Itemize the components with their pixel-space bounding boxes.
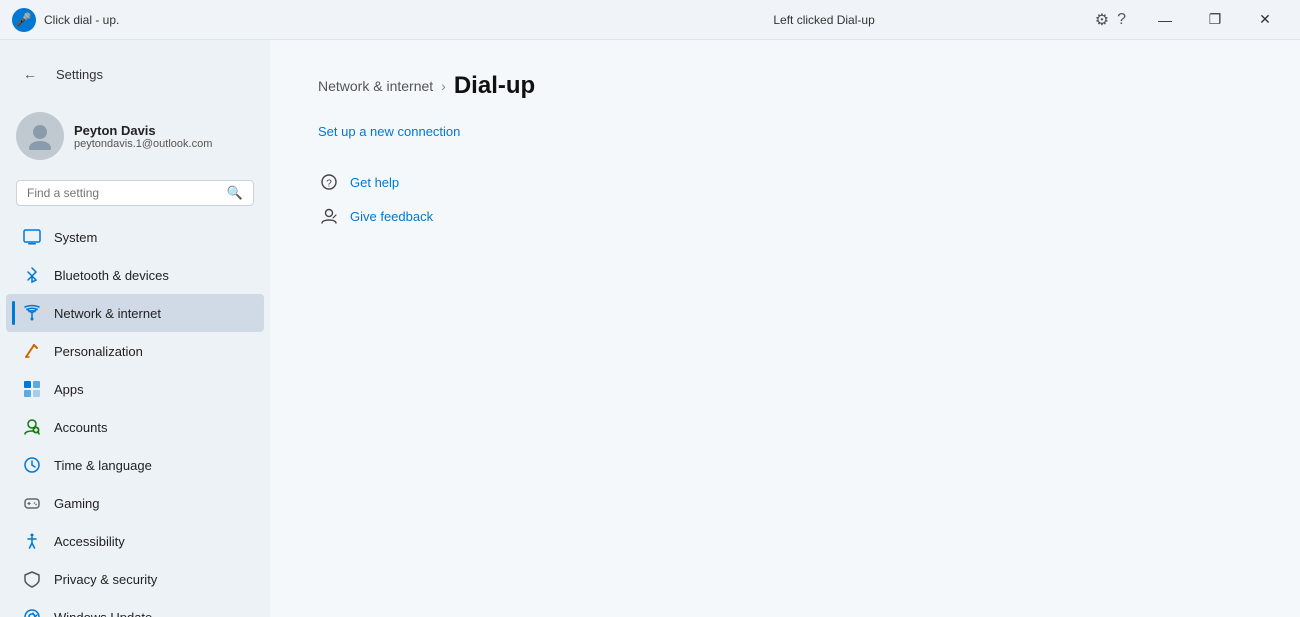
back-button[interactable]: ← (16, 60, 44, 88)
apps-icon (22, 379, 42, 399)
nav-list: System Bluetooth & devices Network & inter… (0, 218, 270, 617)
sidebar-item-apps[interactable]: Apps (6, 370, 264, 408)
setup-new-connection-link[interactable]: Set up a new connection (318, 124, 1252, 139)
main-content: Network & internet › Dial-up Set up a ne… (270, 40, 1300, 617)
personalization-icon (22, 341, 42, 361)
sidebar-item-label-personalization: Personalization (54, 344, 143, 359)
help-icon[interactable]: ? (1117, 11, 1126, 29)
sidebar-item-network[interactable]: Network & internet (6, 294, 264, 332)
sidebar-item-system[interactable]: System (6, 218, 264, 256)
help-item-give-feedback[interactable]: Give feedback (318, 205, 1252, 227)
settings-icon[interactable]: ⚙ (1095, 10, 1109, 30)
accessibility-icon (22, 531, 42, 551)
help-item-get-help[interactable]: ? Get help (318, 171, 1252, 193)
help-section: ? Get help Give feedback (318, 171, 1252, 227)
sidebar-item-label-time: Time & language (54, 458, 152, 473)
sidebar-item-accounts[interactable]: Accounts (6, 408, 264, 446)
sidebar-item-label-gaming: Gaming (54, 496, 100, 511)
titlebar: 🎤 Click dial - up. Left clicked Dial-up … (0, 0, 1300, 40)
sidebar-item-label-accessibility: Accessibility (54, 534, 125, 549)
give-feedback-label[interactable]: Give feedback (350, 209, 433, 224)
search-box: 🔍 (16, 180, 254, 206)
sidebar-header: ← Settings (0, 52, 270, 104)
sidebar-item-update[interactable]: Windows Update (6, 598, 264, 617)
sidebar-app-title: Settings (56, 67, 103, 82)
give-feedback-icon (318, 205, 340, 227)
user-profile: Peyton Davis peytondavis.1@outlook.com (0, 104, 270, 176)
search-container: 🔍 (0, 176, 270, 218)
sidebar-item-privacy[interactable]: Privacy & security (6, 560, 264, 598)
breadcrumb-current: Dial-up (454, 72, 535, 100)
titlebar-center-title: Left clicked Dial-up (553, 13, 1094, 27)
app-icon: 🎤 (12, 8, 36, 32)
bluetooth-icon (22, 265, 42, 285)
update-icon (22, 607, 42, 617)
time-icon (22, 455, 42, 475)
search-icon: 🔍 (227, 185, 243, 201)
breadcrumb-separator: › (441, 78, 446, 94)
avatar (16, 112, 64, 160)
titlebar-settings-icons: ⚙ ? (1095, 10, 1126, 30)
minimize-button[interactable]: — (1142, 4, 1188, 36)
titlebar-left-title: Click dial - up. (44, 13, 119, 27)
get-help-icon: ? (318, 171, 340, 193)
sidebar-item-label-accounts: Accounts (54, 420, 107, 435)
breadcrumb-parent[interactable]: Network & internet (318, 78, 433, 94)
app-container: ← Settings Peyton Davis peytondavis.1@ou… (0, 40, 1300, 617)
titlebar-left: 🎤 Click dial - up. (12, 8, 553, 32)
network-icon (22, 303, 42, 323)
sidebar-item-bluetooth[interactable]: Bluetooth & devices (6, 256, 264, 294)
sidebar-item-label-system: System (54, 230, 97, 245)
user-name: Peyton Davis (74, 123, 212, 138)
sidebar-item-label-update: Windows Update (54, 610, 152, 617)
privacy-icon (22, 569, 42, 589)
sidebar-item-personalization[interactable]: Personalization (6, 332, 264, 370)
sidebar-item-label-network: Network & internet (54, 306, 161, 321)
svg-text:?: ? (326, 179, 332, 190)
restore-button[interactable]: ❐ (1192, 4, 1238, 36)
user-info: Peyton Davis peytondavis.1@outlook.com (74, 123, 212, 150)
sidebar-item-accessibility[interactable]: Accessibility (6, 522, 264, 560)
sidebar: ← Settings Peyton Davis peytondavis.1@ou… (0, 40, 270, 617)
sidebar-item-label-privacy: Privacy & security (54, 572, 157, 587)
system-icon (22, 227, 42, 247)
sidebar-item-gaming[interactable]: Gaming (6, 484, 264, 522)
sidebar-item-label-apps: Apps (54, 382, 84, 397)
close-button[interactable]: ✕ (1242, 4, 1288, 36)
accounts-icon (22, 417, 42, 437)
titlebar-controls: — ❐ ✕ (1142, 4, 1288, 36)
get-help-label[interactable]: Get help (350, 175, 399, 190)
sidebar-item-time[interactable]: Time & language (6, 446, 264, 484)
breadcrumb: Network & internet › Dial-up (318, 72, 1252, 100)
search-input[interactable] (27, 186, 221, 200)
user-email: peytondavis.1@outlook.com (74, 138, 212, 150)
gaming-icon (22, 493, 42, 513)
sidebar-item-label-bluetooth: Bluetooth & devices (54, 268, 169, 283)
